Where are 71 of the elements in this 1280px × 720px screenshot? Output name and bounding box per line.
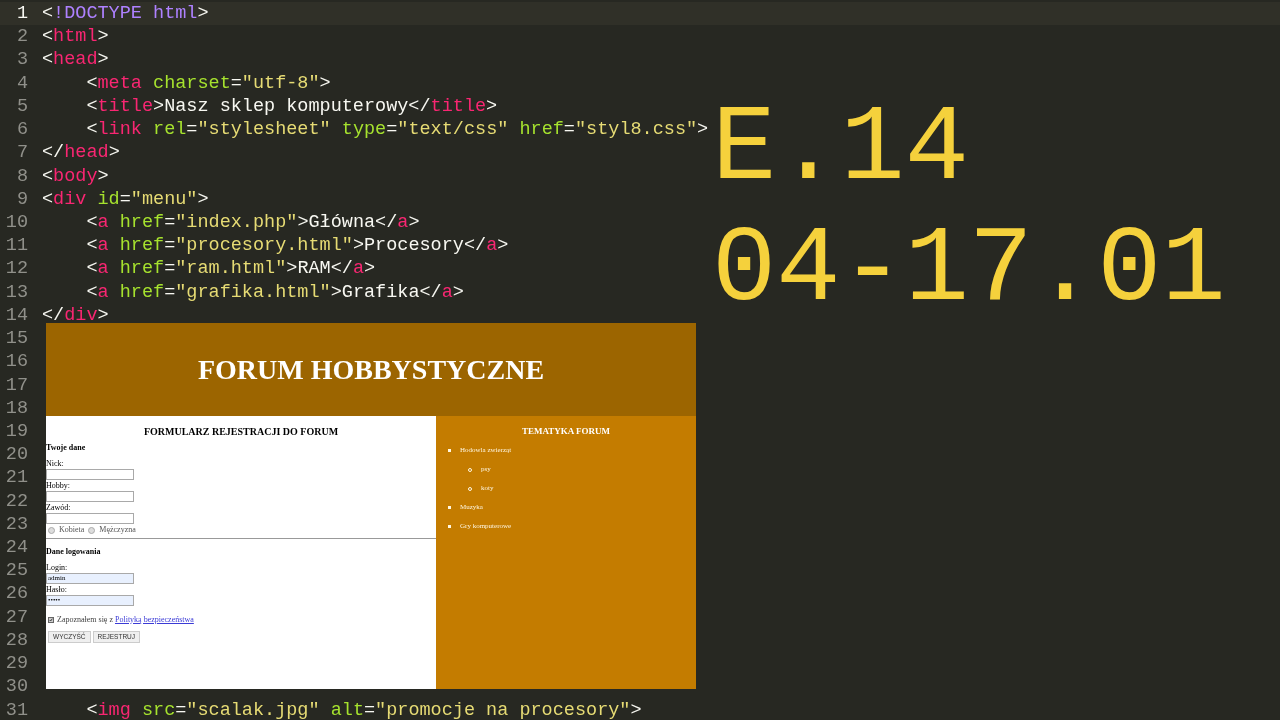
code-line: <head>	[42, 48, 109, 72]
code-line: <title>Nasz sklep komputerowy</title>	[85, 94, 498, 119]
line-number: 11	[4, 234, 29, 258]
input-field[interactable]	[46, 469, 134, 480]
sidebar-title: TEMATYKA FORUM	[520, 427, 612, 436]
section-heading: Twoje dane	[46, 443, 87, 453]
code-line: <meta charset="utf-8">	[85, 71, 331, 95]
section-heading: Dane logowania	[46, 547, 102, 557]
field-label: Nick:	[46, 459, 65, 469]
checkbox[interactable]	[48, 617, 54, 623]
line-number: 2	[15, 25, 29, 49]
radio-button[interactable]	[48, 526, 55, 534]
field-label: Login:	[46, 563, 69, 573]
form-title: FORMULARZ REJESTRACJI DO FORUM	[142, 427, 340, 437]
line-number: 12	[4, 257, 29, 281]
line-number: 27	[4, 605, 29, 629]
line-number: 6	[15, 118, 29, 142]
line-number: 17	[4, 373, 29, 397]
square-bullet-icon	[448, 449, 451, 452]
radio-label: Mężczyzna	[99, 525, 136, 535]
code-line: <div id="menu">	[42, 187, 209, 211]
line-number: 3	[15, 48, 29, 72]
line-number: 16	[4, 350, 29, 374]
line-number: 5	[15, 94, 29, 119]
code-line: <body>	[42, 164, 109, 188]
caption-text: E.14	[712, 89, 970, 210]
line-number: 8	[15, 164, 29, 188]
line-number: 4	[15, 71, 29, 95]
line-number: 22	[4, 489, 29, 513]
line-number: 14	[4, 303, 29, 328]
field-label: Zawód:	[46, 503, 72, 513]
code-line: <link rel="stylesheet" type="text/css" href="styl8.css">	[85, 118, 709, 142]
code-line: </head>	[42, 141, 120, 165]
line-number: 18	[4, 396, 29, 420]
line-number: 15	[4, 327, 29, 351]
square-bullet-icon	[448, 525, 451, 528]
radio-label: Kobieta	[59, 525, 85, 535]
line-number: 25	[4, 559, 29, 583]
line-number: 31	[4, 698, 29, 720]
line-number: 20	[4, 443, 29, 467]
site-title: FORUM HOBBYSTYCZNE	[197, 352, 545, 387]
caption-text: 04-17.01	[712, 210, 1226, 331]
line-number: 21	[4, 466, 29, 490]
code-line: <img src="scalak.jpg" alt="promocje na procesory">	[85, 698, 642, 720]
line-number: 24	[4, 536, 29, 560]
code-line: <html>	[42, 25, 109, 49]
line-number: 10	[4, 210, 29, 235]
line-number: 26	[4, 582, 29, 606]
code-line: <a href="procesory.html">Procesory</a>	[85, 234, 509, 258]
line-number: 23	[4, 512, 29, 537]
code-line: <a href="ram.html">RAM</a>	[85, 257, 376, 281]
input-field[interactable]	[46, 491, 134, 502]
line-number: 30	[4, 675, 29, 699]
field-label: Hobby:	[46, 481, 71, 491]
radio-button[interactable]	[88, 526, 96, 534]
code-line: <a href="grafika.html">Grafika</a>	[85, 280, 464, 304]
line-number: 9	[15, 187, 29, 211]
square-bullet-icon	[448, 506, 451, 509]
line-number: 7	[15, 141, 29, 165]
policy-link[interactable]: Polityką bezpieczeństwa	[115, 615, 194, 624]
code-line: <a href="index.php">Główna</a>	[85, 210, 420, 235]
field-label: Hasło:	[46, 585, 68, 595]
line-number: 1	[15, 2, 29, 26]
code-line: <!DOCTYPE html>	[42, 2, 209, 26]
code-line: </div>	[42, 303, 109, 328]
line-number: 19	[4, 419, 29, 444]
consent-text: Zapoznałem się z Polityką bezpieczeństwa	[57, 615, 194, 625]
line-number: 13	[4, 280, 29, 304]
line-number: 29	[4, 652, 29, 676]
input-field[interactable]	[46, 513, 134, 524]
line-number: 28	[4, 628, 29, 653]
